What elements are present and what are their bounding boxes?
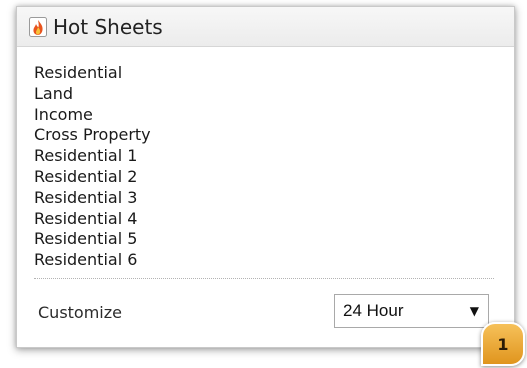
fire-icon <box>29 16 47 37</box>
select-value: 24 Hour <box>343 301 404 320</box>
stage: Hot Sheets Residential Land Income Cross… <box>0 0 527 368</box>
list-item-residential-6[interactable]: Residential 6 <box>34 250 151 271</box>
callout-badge: 1 <box>481 322 525 366</box>
panel-title: Hot Sheets <box>53 14 163 39</box>
list-item-cross-property[interactable]: Cross Property <box>34 125 151 146</box>
list-item-residential-3[interactable]: Residential 3 <box>34 188 151 209</box>
list-item-residential-2[interactable]: Residential 2 <box>34 167 151 188</box>
hot-sheets-list: Residential Land Income Cross Property R… <box>34 63 151 271</box>
list-item-residential-5[interactable]: Residential 5 <box>34 229 151 250</box>
callout-number: 1 <box>497 334 509 354</box>
list-item-residential-4[interactable]: Residential 4 <box>34 209 151 230</box>
list-item-residential-1[interactable]: Residential 1 <box>34 146 151 167</box>
chevron-down-icon: ▼ <box>469 304 479 318</box>
list-item-land[interactable]: Land <box>34 84 151 105</box>
time-range-select[interactable]: 24 Hour ▼ <box>334 294 489 328</box>
customize-label: Customize <box>38 303 122 322</box>
hot-sheets-panel: Hot Sheets Residential Land Income Cross… <box>16 6 515 348</box>
list-item-income[interactable]: Income <box>34 105 151 126</box>
list-item-residential[interactable]: Residential <box>34 63 151 84</box>
dotted-divider <box>34 278 494 279</box>
panel-header: Hot Sheets <box>17 7 514 47</box>
